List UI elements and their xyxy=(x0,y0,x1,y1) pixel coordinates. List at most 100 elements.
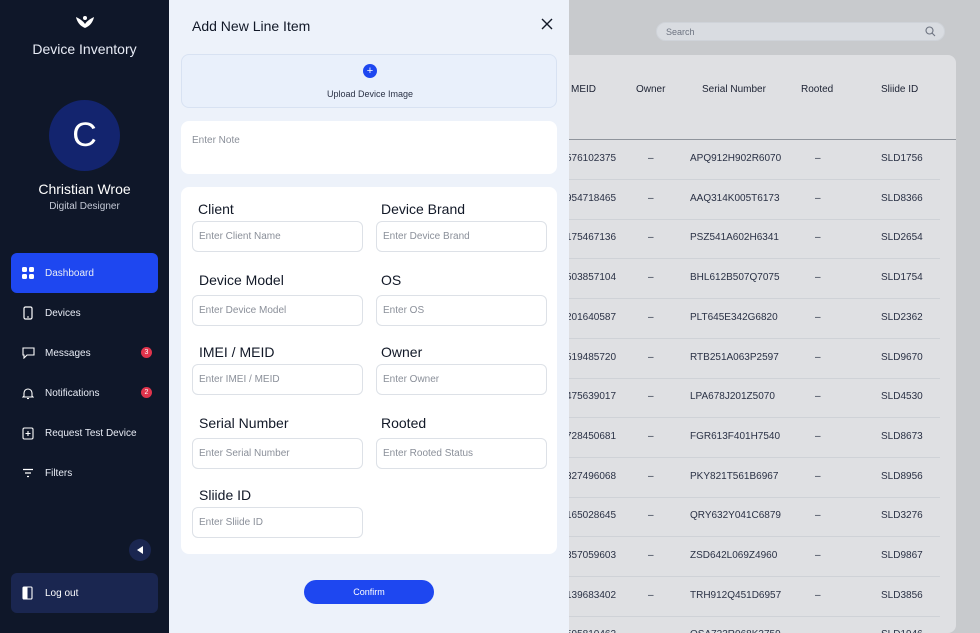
cell-owner: – xyxy=(648,470,654,482)
client-label: Client xyxy=(198,201,234,217)
client-input[interactable]: Enter Client Name xyxy=(192,221,363,252)
sidebar-item-label: Dashboard xyxy=(45,267,94,279)
cell-serial: QSA723R068K3759 xyxy=(690,629,781,633)
os-placeholder: Enter OS xyxy=(383,305,425,316)
rooted-input[interactable]: Enter Rooted Status xyxy=(376,438,547,469)
cell-meid: 175467136 xyxy=(566,232,617,244)
table-row[interactable]: 175467136 – PSZ541A602H6341 – SLD2654 xyxy=(540,219,940,260)
modal-title: Add New Line Item xyxy=(192,18,311,34)
cell-serial: PSZ541A602H6341 xyxy=(690,232,779,244)
bell-icon xyxy=(21,386,35,400)
table-row[interactable]: 576102375 – APQ912H902R6070 – SLD1756 xyxy=(540,140,940,180)
cell-rooted: – xyxy=(815,430,821,442)
brand-label: Device Brand xyxy=(381,201,466,217)
grid-icon xyxy=(21,266,35,280)
table-row[interactable]: 139683402 – TRH912Q451D6957 – SLD3856 xyxy=(540,577,940,617)
user-name: Christian Wroe xyxy=(38,181,131,197)
brand-placeholder: Enter Device Brand xyxy=(383,231,470,242)
imei-label: IMEI / MEID xyxy=(199,344,275,360)
cell-rooted: – xyxy=(815,550,821,561)
serial-input[interactable]: Enter Serial Number xyxy=(192,438,363,469)
table-row[interactable]: 595810462 – QSA723R068K3759 – SLD1946 xyxy=(540,616,940,633)
cell-owner: – xyxy=(648,391,654,403)
cell-sliide-id: SLD3856 xyxy=(881,589,923,601)
confirm-button[interactable]: Confirm xyxy=(304,580,434,604)
sidebar-item-dashboard[interactable]: Dashboard xyxy=(11,253,158,293)
sidebar-item-filters[interactable]: Filters xyxy=(11,453,158,493)
plus-square-icon xyxy=(21,426,35,440)
device-table: MEID Owner Serial Number Rooted Sliide I… xyxy=(540,55,956,633)
search-placeholder: Search xyxy=(666,26,695,37)
cell-sliide-id: SLD1946 xyxy=(881,629,923,633)
imei-input[interactable]: Enter IMEI / MEID xyxy=(192,364,363,395)
brand-input[interactable]: Enter Device Brand xyxy=(376,221,547,252)
table-row[interactable]: 954718465 – AAQ314K005T6173 – SLD8366 xyxy=(540,180,940,220)
cell-sliide-id: SLD8673 xyxy=(881,430,923,442)
note-field[interactable]: Enter Note xyxy=(181,121,557,174)
os-input[interactable]: Enter OS xyxy=(376,295,547,326)
sidebar-item-label: Request Test Device xyxy=(45,427,137,439)
cell-rooted: – xyxy=(815,589,821,601)
cell-serial: PLT645E342G6820 xyxy=(690,311,778,323)
cell-owner: – xyxy=(648,510,654,522)
sidebar-item-request-test-device[interactable]: Request Test Device xyxy=(11,413,158,453)
cell-owner: – xyxy=(648,192,654,204)
cell-rooted: – xyxy=(815,391,821,403)
cell-meid: 728450681 xyxy=(566,430,617,442)
cell-meid: 139683402 xyxy=(566,589,617,601)
filter-icon xyxy=(21,466,35,480)
sliide-input[interactable]: Enter Sliide ID xyxy=(192,507,363,538)
message-icon xyxy=(21,346,35,360)
close-icon[interactable] xyxy=(540,17,554,31)
cell-owner: – xyxy=(648,311,654,323)
table-row[interactable]: 201640587 – PLT645E342G6820 – SLD2362 xyxy=(540,299,940,339)
search-input[interactable]: Search xyxy=(656,22,945,41)
logout-icon xyxy=(22,586,33,600)
cell-rooted: – xyxy=(815,311,821,323)
sliide-placeholder: Enter Sliide ID xyxy=(199,517,263,528)
cell-rooted: – xyxy=(815,272,821,284)
sidebar-item-notifications[interactable]: Notifications 2 xyxy=(11,373,158,413)
table-row[interactable]: 165028645 – QRY632Y041C6879 – SLD3276 xyxy=(540,497,940,538)
app-title: Device Inventory xyxy=(32,41,137,57)
cell-serial: PKY821T561B6967 xyxy=(690,470,779,482)
sidebar-item-label: Devices xyxy=(45,307,81,319)
column-header-meid: MEID xyxy=(571,84,596,95)
cell-rooted: – xyxy=(815,153,821,164)
cell-meid: 327496068 xyxy=(566,470,617,482)
column-header-serial: Serial Number xyxy=(702,84,766,95)
cell-meid: 165028645 xyxy=(566,510,617,522)
cell-serial: RTB251A063P2597 xyxy=(690,351,779,363)
cell-meid: 576102375 xyxy=(566,153,617,164)
cell-owner: – xyxy=(648,351,654,363)
cell-sliide-id: SLD2362 xyxy=(881,311,923,323)
table-row[interactable]: 503857104 – BHL612B507Q7075 – SLD1754 xyxy=(540,259,940,300)
cell-owner: – xyxy=(648,153,654,164)
owner-input[interactable]: Enter Owner xyxy=(376,364,547,395)
model-placeholder: Enter Device Model xyxy=(199,305,287,316)
sidebar-nav: Dashboard Devices Messages 3 Notificatio… xyxy=(11,253,158,493)
upload-device-image[interactable]: + Upload Device Image xyxy=(181,54,557,108)
table-row[interactable]: 519485720 – RTB251A063P2597 – SLD9670 xyxy=(540,339,940,379)
collapse-sidebar-button[interactable] xyxy=(129,539,151,561)
cell-meid: 201640587 xyxy=(566,311,617,323)
cell-meid: 954718465 xyxy=(566,192,617,204)
logout-label: Log out xyxy=(45,587,79,599)
table-row[interactable]: 728450681 – FGR613F401H7540 – SLD8673 xyxy=(540,418,940,458)
messages-badge: 3 xyxy=(141,347,152,358)
cell-sliide-id: SLD4530 xyxy=(881,391,923,403)
table-row[interactable]: 327496068 – PKY821T561B6967 – SLD8956 xyxy=(540,458,940,498)
os-label: OS xyxy=(381,272,402,288)
model-input[interactable]: Enter Device Model xyxy=(192,295,363,326)
sidebar-item-messages[interactable]: Messages 3 xyxy=(11,333,158,373)
cell-serial: TRH912Q451D6957 xyxy=(690,589,782,601)
table-row[interactable]: 475639017 – LPA678J201Z5070 – SLD4530 xyxy=(540,378,940,419)
sidebar-item-devices[interactable]: Devices xyxy=(11,293,158,333)
cell-sliide-id: SLD1756 xyxy=(881,153,923,164)
cell-sliide-id: SLD3276 xyxy=(881,510,923,522)
user-role: Digital Designer xyxy=(49,201,120,212)
cell-sliide-id: SLD8956 xyxy=(881,470,923,482)
logout-button[interactable]: Log out xyxy=(11,573,158,613)
table-row[interactable]: 357059603 – ZSD642L069Z4960 – SLD9867 xyxy=(540,537,940,577)
notifications-badge: 2 xyxy=(141,387,152,398)
